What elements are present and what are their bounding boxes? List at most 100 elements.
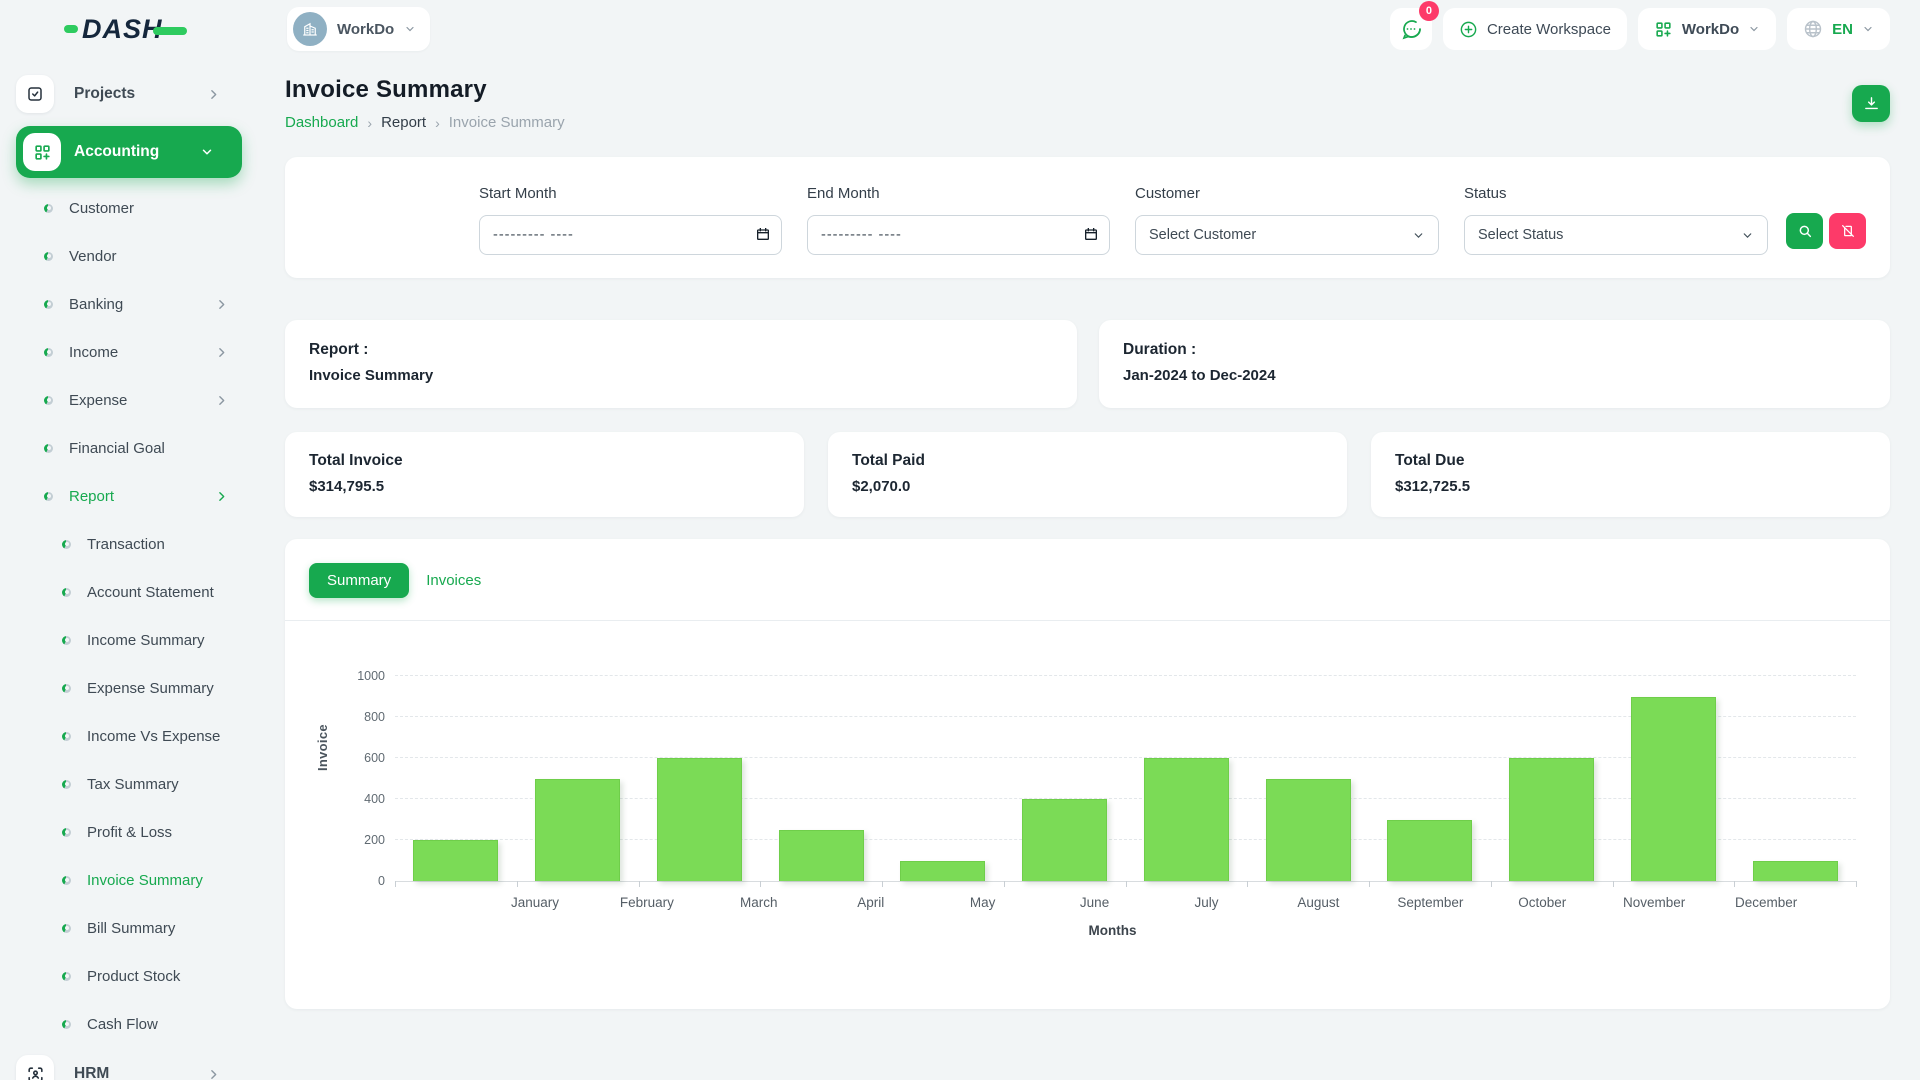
bar-september[interactable]: [1387, 820, 1472, 882]
user-scan-icon: [16, 1055, 54, 1080]
customer-select-value: Select Customer: [1149, 227, 1256, 243]
chevron-right-icon: [207, 88, 220, 101]
topbar: DASH WorkDo 0: [0, 0, 1920, 58]
bar-july[interactable]: [1144, 758, 1229, 881]
y-tick-label: 400: [364, 792, 385, 806]
bullet-icon: [62, 636, 71, 645]
apply-filter-button[interactable]: [1786, 213, 1823, 249]
sidebar-item-cash-flow[interactable]: Cash Flow: [16, 1000, 242, 1048]
status-select[interactable]: Select Status: [1464, 215, 1768, 255]
bar-january[interactable]: [413, 840, 498, 881]
download-button[interactable]: [1852, 85, 1890, 122]
sidebar-item-income[interactable]: Income: [16, 328, 242, 376]
sidebar-item-accounting[interactable]: Accounting: [16, 126, 242, 178]
sidebar-item-projects[interactable]: Projects: [16, 68, 242, 120]
language-selector[interactable]: EN: [1787, 8, 1890, 50]
checkbox-icon: [16, 75, 54, 113]
start-month-input[interactable]: [479, 215, 782, 255]
sidebar-item-label: Accounting: [74, 143, 159, 161]
sidebar-item-label: Customer: [69, 200, 134, 217]
bar-march[interactable]: [657, 758, 742, 881]
bar-august[interactable]: [1266, 779, 1351, 882]
sidebar-item-vendor[interactable]: Vendor: [16, 232, 242, 280]
end-month-input[interactable]: [807, 215, 1110, 255]
workspace-name: WorkDo: [337, 21, 394, 38]
calendar-icon[interactable]: [755, 226, 771, 242]
customer-select[interactable]: Select Customer: [1135, 215, 1439, 255]
y-tick-label: 1000: [357, 669, 385, 683]
sidebar-item-account-statement[interactable]: Account Statement: [16, 568, 242, 616]
bullet-icon: [44, 300, 53, 309]
breadcrumb-dashboard[interactable]: Dashboard: [285, 114, 358, 131]
bar-december[interactable]: [1753, 861, 1838, 882]
logo-accent-bar: [153, 27, 187, 35]
sidebar-item-expense[interactable]: Expense: [16, 376, 242, 424]
sidebar-item-bill-summary[interactable]: Bill Summary: [16, 904, 242, 952]
messages-button[interactable]: 0: [1390, 8, 1432, 50]
x-category-label: October: [1486, 895, 1598, 910]
sidebar-item-label: Invoice Summary: [87, 872, 203, 889]
chat-bubble-icon: [1399, 17, 1423, 41]
chart-tabs: Summary Invoices: [285, 563, 1890, 598]
sidebar-item-hrm[interactable]: HRM: [16, 1048, 242, 1080]
sidebar-item-report[interactable]: Report: [16, 472, 242, 520]
x-axis-title: Months: [369, 923, 1856, 938]
workdo-menu-button[interactable]: WorkDo: [1638, 8, 1776, 50]
chevron-down-icon: [200, 145, 214, 159]
bar-february[interactable]: [535, 779, 620, 882]
x-category-label: December: [1710, 895, 1822, 910]
sidebar-item-banking[interactable]: Banking: [16, 280, 242, 328]
sidebar-item-income-summary[interactable]: Income Summary: [16, 616, 242, 664]
sidebar-item-financial-goal[interactable]: Financial Goal: [16, 424, 242, 472]
bar-june[interactable]: [1022, 799, 1107, 881]
x-category-label: November: [1598, 895, 1710, 910]
x-category-label: March: [703, 895, 815, 910]
x-tick: [1004, 881, 1005, 887]
workspace-switcher[interactable]: WorkDo: [287, 7, 430, 51]
sidebar-item-product-stock[interactable]: Product Stock: [16, 952, 242, 1000]
sidebar-item-label: Vendor: [69, 248, 117, 265]
language-code: EN: [1832, 21, 1853, 38]
end-month-field: End Month: [807, 185, 1110, 255]
logo-text: DASH: [82, 14, 163, 45]
breadcrumb-report[interactable]: Report: [381, 114, 426, 131]
sidebar-item-label: Expense: [69, 392, 127, 409]
sidebar-item-label: Bill Summary: [87, 920, 175, 937]
app-logo[interactable]: DASH: [0, 14, 258, 45]
sidebar-item-expense-summary[interactable]: Expense Summary: [16, 664, 242, 712]
total-paid-value: $2,070.0: [852, 478, 1323, 495]
x-tick: [517, 881, 518, 887]
create-workspace-button[interactable]: Create Workspace: [1443, 8, 1627, 50]
sidebar-item-income-vs-expense[interactable]: Income Vs Expense: [16, 712, 242, 760]
calendar-icon[interactable]: [1083, 226, 1099, 242]
reset-clear-icon: [1840, 223, 1856, 239]
chevron-right-icon: [215, 394, 228, 407]
page-title: Invoice Summary: [285, 76, 565, 104]
tab-invoices[interactable]: Invoices: [426, 572, 481, 589]
bar-october[interactable]: [1509, 758, 1594, 881]
report-info-row: Report : Invoice Summary Duration : Jan-…: [285, 320, 1890, 408]
bullet-icon: [44, 492, 53, 501]
sidebar-item-tax-summary[interactable]: Tax Summary: [16, 760, 242, 808]
sidebar-item-label: Cash Flow: [87, 1016, 158, 1033]
sidebar-item-customer[interactable]: Customer: [16, 184, 242, 232]
bar-april[interactable]: [779, 830, 864, 881]
breadcrumb-current: Invoice Summary: [449, 114, 565, 131]
start-month-field: Start Month: [479, 185, 782, 255]
x-tick: [1369, 881, 1370, 887]
tab-summary[interactable]: Summary: [309, 563, 409, 598]
reset-filter-button[interactable]: [1829, 213, 1866, 249]
sidebar-item-label: Income Vs Expense: [87, 728, 220, 745]
bullet-icon: [62, 588, 71, 597]
sidebar-nav: ProjectsAccountingCustomerVendorBankingI…: [0, 58, 258, 1080]
bar-november[interactable]: [1631, 697, 1716, 882]
total-invoice-value: $314,795.5: [309, 478, 780, 495]
sidebar-item-profit-loss[interactable]: Profit & Loss: [16, 808, 242, 856]
sidebar-item-invoice-summary[interactable]: Invoice Summary: [16, 856, 242, 904]
sidebar-item-transaction[interactable]: Transaction: [16, 520, 242, 568]
bar-may[interactable]: [900, 861, 985, 882]
x-category-label: May: [927, 895, 1039, 910]
x-category-label: September: [1374, 895, 1486, 910]
bullet-icon: [62, 924, 71, 933]
bullet-icon: [44, 396, 53, 405]
